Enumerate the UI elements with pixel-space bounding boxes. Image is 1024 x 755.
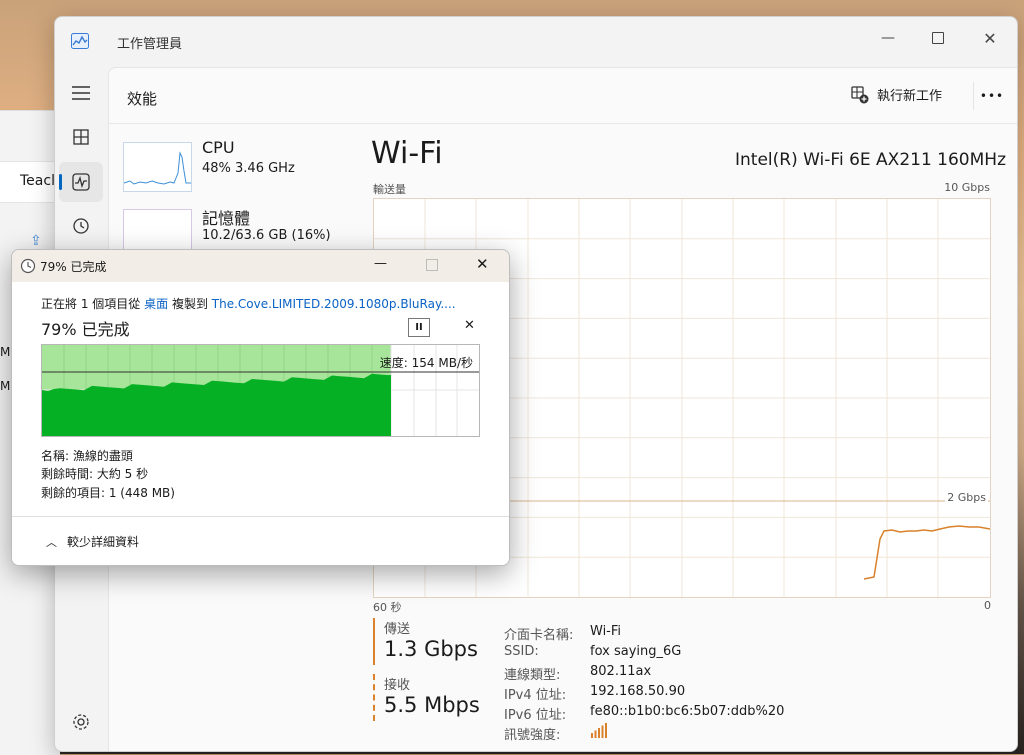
- dialog-maximize-icon: [426, 259, 438, 271]
- page-title: 效能: [127, 90, 158, 108]
- dialog-close-icon[interactable]: ✕: [476, 255, 489, 273]
- sidebar-item-performance[interactable]: [59, 162, 103, 202]
- file-name: 名稱: 漁線的盡頭: [41, 449, 133, 463]
- info-label: 介面卡名稱:: [504, 628, 574, 643]
- send-label: 傳送: [384, 622, 411, 637]
- close-button[interactable]: ✕: [967, 23, 1013, 53]
- share-icon: ⇪: [30, 233, 42, 249]
- copy-description: 正在將 1 個項目從 桌面 複製到 The.Cove.LIMITED.2009.…: [41, 295, 456, 312]
- percent-complete: 79% 已完成: [41, 320, 130, 339]
- close-icon: ✕: [983, 28, 997, 48]
- background-tab[interactable]: Teacl: [0, 161, 60, 203]
- receive-value: 5.5 Mbps: [384, 693, 480, 717]
- divider: [109, 123, 1017, 124]
- processes-icon: [73, 129, 89, 145]
- dialog-footer: ︿ 較少詳細資料: [12, 516, 509, 565]
- maximize-button[interactable]: [915, 23, 961, 53]
- minimize-button[interactable]: —: [865, 23, 911, 53]
- info-value: fox saying_6G: [590, 644, 682, 659]
- sidebar-item-app-history[interactable]: [59, 206, 103, 246]
- less-details-button[interactable]: ︿ 較少詳細資料: [46, 533, 139, 550]
- minimize-icon: —: [881, 30, 895, 46]
- run-new-task-button[interactable]: 執行新工作: [851, 85, 942, 104]
- info-value: Wi-Fi: [590, 624, 622, 639]
- info-label: IPv4 位址:: [504, 688, 567, 703]
- info-value: fe80::b1b0:bc6:5b07:ddb%20: [590, 704, 785, 719]
- info-value: 802.11ax: [590, 664, 652, 679]
- hamburger-menu-icon: [72, 86, 90, 100]
- pause-icon: II: [415, 322, 423, 333]
- time-remaining: 剩餘時間: 大約 5 秒: [41, 467, 149, 481]
- graph-max-label: 10 Gbps: [944, 181, 990, 194]
- resource-name: 記憶體: [202, 209, 251, 228]
- graph-mid-label: 2 Gbps: [945, 491, 988, 504]
- pause-button[interactable]: II: [408, 318, 430, 337]
- time-axis-right: 0: [984, 599, 991, 612]
- more-options-button[interactable]: •••: [973, 82, 1010, 110]
- resource-detail: 10.2/63.6 GB (16%): [202, 228, 331, 243]
- dialog-minimize-icon[interactable]: —: [374, 256, 387, 271]
- source-link[interactable]: 桌面: [144, 297, 168, 311]
- settings-icon: [73, 714, 89, 730]
- info-label: 連線類型:: [504, 668, 561, 683]
- destination-link[interactable]: The.Cove.LIMITED.2009.1080p.BluRay....: [212, 297, 456, 311]
- time-axis-left: 60 秒: [373, 601, 402, 614]
- resource-name: CPU: [202, 138, 235, 157]
- adapter-name: Intel(R) Wi-Fi 6E AX211 160MHz: [735, 150, 1006, 170]
- app-history-icon: [73, 218, 89, 234]
- info-label: SSID:: [504, 644, 539, 659]
- items-remaining: 剩餘的項目: 1 (448 MB): [41, 486, 175, 500]
- cancel-copy-button[interactable]: ✕: [464, 318, 475, 333]
- cpu-mini-graph: [123, 142, 192, 192]
- send-stat: 傳送 1.3 Gbps: [373, 618, 478, 665]
- title-bar[interactable]: 工作管理員 — ✕: [55, 17, 1017, 65]
- send-value: 1.3 Gbps: [384, 637, 478, 661]
- signal-strength-icon: [591, 723, 607, 738]
- clock-icon: [20, 258, 36, 274]
- copy-progress-dialog: 79% 已完成 — ✕ 正在將 1 個項目從 桌面 複製到 The.Cove.L…: [11, 249, 510, 566]
- task-manager-icon: [71, 33, 89, 49]
- copy-prefix: 正在將 1 個項目從: [41, 297, 141, 311]
- info-label: 訊號強度:: [504, 728, 561, 743]
- info-value: 192.168.50.90: [590, 684, 686, 699]
- info-label: IPv6 位址:: [504, 708, 567, 723]
- chevron-up-icon: ︿: [46, 535, 57, 549]
- graph-label: 輸送量: [373, 183, 406, 196]
- less-details-label: 較少詳細資料: [67, 535, 140, 549]
- sidebar-item-settings[interactable]: [59, 702, 103, 742]
- sidebar-item-processes[interactable]: [59, 117, 103, 157]
- new-task-icon: [851, 85, 869, 103]
- receive-label: 接收: [384, 678, 411, 693]
- throughput-line: [863, 525, 991, 580]
- cancel-icon: ✕: [464, 318, 475, 333]
- receive-stat: 接收 5.5 Mbps: [373, 674, 480, 721]
- dialog-title: 79% 已完成: [40, 260, 107, 274]
- background-tab-label: Teacl: [20, 173, 55, 189]
- hamburger-menu-button[interactable]: [59, 73, 103, 113]
- window-title: 工作管理員: [117, 37, 183, 52]
- performance-icon: [72, 173, 90, 191]
- resource-detail: 48% 3.46 GHz: [202, 161, 295, 176]
- run-new-task-label: 執行新工作: [877, 89, 943, 104]
- more-options-icon: •••: [979, 89, 1005, 103]
- transfer-speed-graph: 速度: 154 MB/秒: [41, 344, 480, 437]
- resource-title: Wi-Fi: [371, 136, 443, 171]
- maximize-icon: [932, 32, 944, 44]
- copy-to-text: 複製到: [171, 297, 208, 311]
- dialog-title-bar[interactable]: 79% 已完成 — ✕: [12, 250, 509, 282]
- speed-label: 速度: 154 MB/秒: [379, 356, 473, 370]
